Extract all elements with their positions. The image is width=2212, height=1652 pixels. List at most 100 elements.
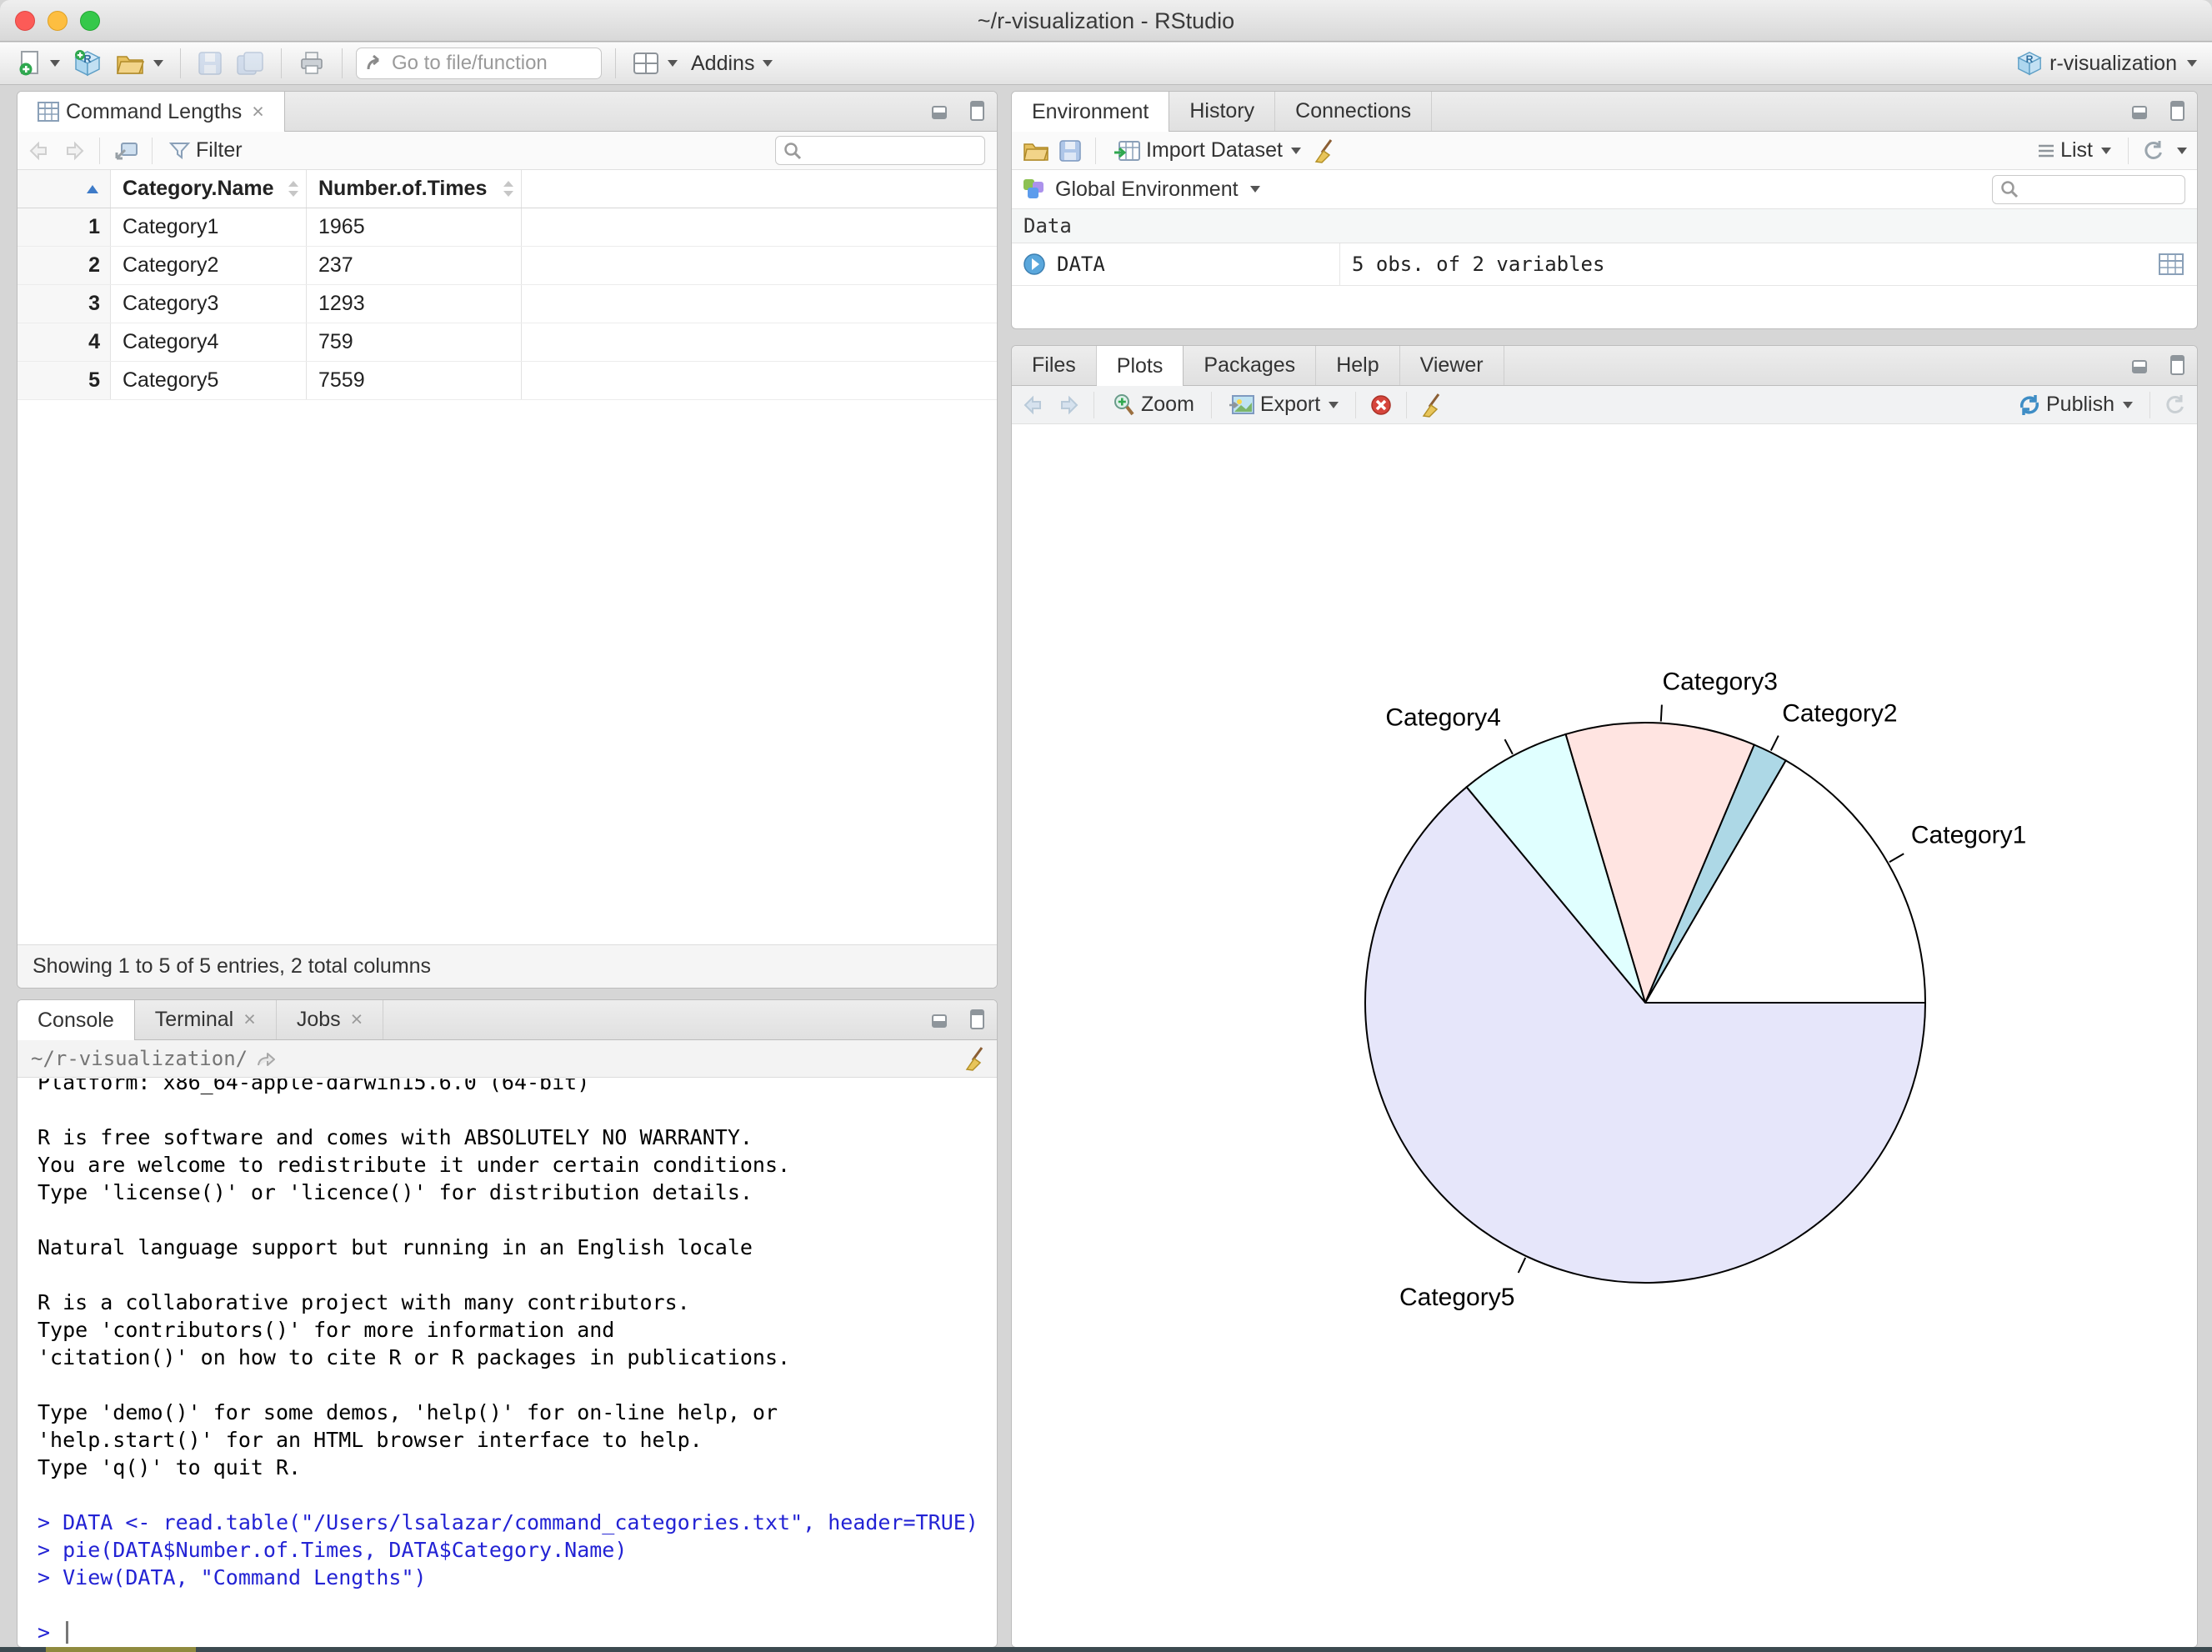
publish-button[interactable]: Publish (2014, 391, 2136, 418)
minimize-pane-icon[interactable] (2132, 101, 2154, 121)
expand-object-icon[interactable] (1022, 252, 1047, 277)
close-icon[interactable]: × (243, 1008, 256, 1032)
tab-help[interactable]: Help (1316, 346, 1400, 385)
back-icon[interactable] (28, 140, 53, 162)
maximize-pane-icon[interactable] (2164, 101, 2185, 121)
tab-terminal[interactable]: Terminal × (135, 1000, 277, 1039)
export-image-icon (1229, 394, 1255, 416)
tab-packages[interactable]: Packages (1184, 346, 1317, 385)
table-cell[interactable]: 2 (18, 247, 111, 284)
save-workspace-icon[interactable] (1058, 139, 1082, 163)
object-summary: 5 obs. of 2 variables (1352, 253, 1605, 276)
forward-icon[interactable] (61, 140, 86, 162)
goto-directory-icon[interactable] (256, 1049, 278, 1068)
column-header-times[interactable]: Number.of.Times (307, 170, 522, 208)
table-search-box[interactable] (775, 136, 985, 165)
tab-viewer[interactable]: Viewer (1400, 346, 1504, 385)
table-cell[interactable]: 1 (18, 208, 111, 246)
addins-button[interactable]: Addins (688, 50, 776, 78)
goto-file-search[interactable] (356, 48, 602, 79)
next-plot-icon[interactable] (1055, 394, 1080, 416)
tab-jobs[interactable]: Jobs × (277, 1000, 384, 1039)
open-file-button[interactable] (112, 49, 167, 78)
zoom-plot-button[interactable]: Zoom (1108, 391, 1198, 419)
refresh-icon[interactable] (2142, 139, 2165, 163)
toolbar-separator (1210, 391, 1212, 418)
column-header-category[interactable]: Category.Name (111, 170, 307, 208)
remove-plot-icon[interactable] (1369, 393, 1393, 417)
table-cell[interactable]: Category1 (111, 208, 307, 246)
filter-button[interactable]: Filter (166, 137, 246, 164)
console-output[interactable]: Platform: x86_64-apple-darwin15.6.0 (64-… (18, 1079, 997, 1647)
new-file-button[interactable] (15, 48, 63, 78)
table-cell[interactable]: 7559 (307, 362, 522, 399)
refresh-plot-icon[interactable] (2164, 393, 2187, 417)
table-row[interactable]: 3 Category3 1293 (18, 285, 997, 323)
new-project-icon: R (73, 49, 102, 78)
environment-search-input[interactable] (2024, 178, 2183, 201)
previous-plot-icon[interactable] (1022, 394, 1047, 416)
minimize-pane-icon[interactable] (932, 1009, 953, 1029)
clear-environment-icon[interactable] (1313, 138, 1336, 163)
save-button[interactable] (194, 49, 226, 78)
table-row[interactable]: 5 Category5 7559 (18, 362, 997, 400)
row-number-header[interactable] (18, 170, 111, 208)
environment-search-box[interactable] (1992, 174, 2185, 204)
table-cell[interactable]: 759 (307, 323, 522, 361)
table-cell[interactable]: 1965 (307, 208, 522, 246)
minimize-pane-icon[interactable] (2132, 355, 2154, 375)
clear-plots-icon[interactable] (1420, 393, 1444, 418)
console-output-line: Type 'contributors()' for more informati… (38, 1318, 615, 1342)
save-all-button[interactable] (233, 49, 268, 78)
new-project-button[interactable]: R (70, 48, 105, 79)
table-cell[interactable]: 3 (18, 285, 111, 323)
tab-history[interactable]: History (1169, 92, 1276, 131)
project-selector[interactable]: R r-visualization (2016, 50, 2197, 77)
view-table-icon[interactable] (2159, 253, 2184, 275)
tab-files[interactable]: Files (1012, 346, 1097, 385)
table-cell[interactable]: 5 (18, 362, 111, 399)
table-row[interactable]: 1 Category1 1965 (18, 208, 997, 247)
close-icon[interactable]: × (351, 1008, 363, 1032)
table-search-input[interactable] (808, 139, 966, 162)
import-dataset-button[interactable]: Import Dataset (1109, 137, 1304, 164)
table-cell[interactable]: 1293 (307, 285, 522, 323)
tab-label: Command Lengths (66, 99, 243, 123)
pie-label-tick (1659, 704, 1663, 722)
table-row[interactable]: 4 Category4 759 (18, 323, 997, 362)
tab-console[interactable]: Console (18, 1000, 135, 1040)
pane-layout-button[interactable] (629, 50, 681, 77)
chevron-down-icon (2101, 147, 2111, 154)
close-icon[interactable]: × (252, 100, 264, 124)
tab-command-lengths[interactable]: Command Lengths × (18, 92, 285, 132)
tab-connections[interactable]: Connections (1275, 92, 1433, 131)
table-cell[interactable]: Category5 (111, 362, 307, 399)
console-output-line: Type 'q()' to quit R. (38, 1455, 302, 1479)
popout-window-icon[interactable] (113, 140, 138, 162)
table-cell[interactable]: 4 (18, 323, 111, 361)
tab-plots[interactable]: Plots (1096, 346, 1184, 386)
table-cell[interactable]: 237 (307, 247, 522, 284)
minimize-pane-icon[interactable] (932, 101, 953, 121)
list-view-button[interactable]: List (2034, 137, 2114, 164)
table-row[interactable]: 2 Category2 237 (18, 247, 997, 285)
chevron-down-icon (668, 60, 678, 67)
chevron-down-icon (153, 60, 163, 67)
console-tabstrip: Console Terminal × Jobs × (18, 1000, 997, 1040)
export-plot-button[interactable]: Export (1225, 391, 1342, 418)
tab-environment[interactable]: Environment (1012, 92, 1170, 132)
environment-toolbar: Import Dataset List (1012, 132, 2197, 170)
environment-scope-label[interactable]: Global Environment (1055, 178, 1239, 202)
print-button[interactable] (295, 49, 328, 78)
table-cell[interactable]: Category2 (111, 247, 307, 284)
goto-file-input[interactable] (392, 52, 575, 75)
maximize-pane-icon[interactable] (963, 1009, 985, 1029)
environment-object-row[interactable]: DATA 5 obs. of 2 variables (1012, 243, 2197, 286)
maximize-pane-icon[interactable] (963, 101, 985, 121)
maximize-pane-icon[interactable] (2164, 355, 2185, 375)
load-workspace-icon[interactable] (1022, 139, 1050, 163)
table-cell[interactable]: Category3 (111, 285, 307, 323)
clear-console-icon[interactable] (963, 1046, 987, 1071)
table-cell[interactable]: Category4 (111, 323, 307, 361)
console-prompt[interactable]: > (38, 1619, 997, 1646)
